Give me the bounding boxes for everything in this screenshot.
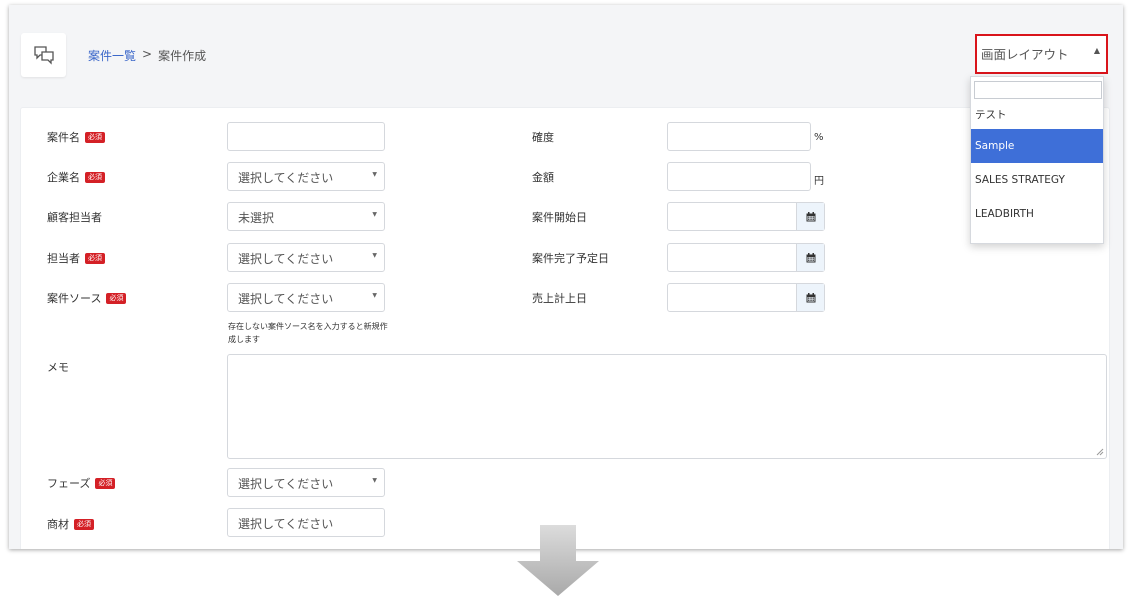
planned-end-date-input[interactable] [667,243,825,272]
probability-input[interactable] [667,122,811,151]
dropdown-option[interactable]: テスト [971,97,1103,131]
dropdown-option[interactable]: LEADBIRTH [971,197,1103,231]
required-badge: 必須 [85,131,105,143]
customer-contact-select[interactable]: 未選択 ▼ [227,202,385,231]
breadcrumb-separator: > [142,47,153,61]
caret-down-icon: ▼ [372,477,377,484]
screen-layout-select-value: 画面レイアウト [981,47,1069,62]
caret-down-icon: ▼ [372,252,377,259]
breadcrumb-deal-list-link[interactable]: 案件一覧 [88,47,136,64]
amount-input[interactable] [667,162,811,191]
probability-unit: % [814,132,824,143]
amount-label: 金額 [532,171,554,184]
caret-down-icon: ▼ [372,211,377,218]
resize-grip-icon[interactable] [1096,448,1104,456]
dropdown-option-selected[interactable]: Sample [971,129,1103,163]
required-badge: 必須 [95,477,116,489]
deal-source-select[interactable]: 選択してください ▼ [227,283,385,312]
deal-name-label: 案件名 必須 [47,129,105,145]
caret-down-icon: ▼ [372,171,377,178]
owner-select[interactable]: 選択してください ▼ [227,243,385,272]
app-window: 案件一覧 > 案件作成 画面レイアウト ▲ 案件名 必須 企業名 必須 選択してくだ… [9,5,1123,549]
screen-layout-select[interactable]: 画面レイアウト ▲ [975,34,1108,74]
deal-form-card: 案件名 必須 企業名 必須 選択してください ▼ 顧客担当者 未選択 ▼ 担当者 必須 選… [20,107,1110,549]
required-badge: 必須 [74,518,94,530]
screen-layout-dropdown: テスト Sample SALES STRATEGY LEADBIRTH SALE… [970,76,1104,244]
start-date-input[interactable] [667,202,825,231]
probability-label: 確度 [532,131,554,144]
calendar-icon[interactable] [796,244,824,271]
chat-icon[interactable] [21,33,66,77]
deal-name-input[interactable] [227,122,385,151]
breadcrumb: 案件一覧 > 案件作成 [88,47,206,64]
memo-label: メモ [47,361,69,374]
phase-label: フェーズ 必須 [47,475,116,491]
required-badge: 必須 [85,252,105,264]
owner-label: 担当者 必須 [47,250,105,266]
dropdown-option[interactable]: SALES GO JSM [971,231,1103,243]
customer-contact-label: 顧客担当者 [47,211,102,224]
chat-bubbles-icon [33,46,54,65]
calendar-icon[interactable] [796,203,824,230]
required-badge: 必須 [85,171,105,183]
planned-end-date-label: 案件完了予定日 [532,252,609,265]
caret-up-icon: ▲ [1093,46,1100,55]
dropdown-option[interactable]: SALES STRATEGY [971,163,1103,197]
deal-source-label: 案件ソース 必須 [47,290,127,306]
down-arrow-icon [517,525,599,596]
memo-textarea[interactable] [227,354,1107,459]
revenue-date-input[interactable] [667,283,825,312]
deal-source-help-text: 存在しない案件ソース名を入力すると新規作成します [228,322,388,344]
product-select[interactable]: 選択してください [227,508,385,537]
calendar-icon[interactable] [796,284,824,311]
product-label: 商材 必須 [47,516,94,532]
phase-select[interactable]: 選択してください ▼ [227,468,385,497]
start-date-label: 案件開始日 [532,211,587,224]
revenue-date-label: 売上計上日 [532,292,587,305]
company-label: 企業名 必須 [47,169,105,185]
amount-unit: 円 [814,176,824,187]
caret-down-icon: ▼ [372,292,377,299]
company-select[interactable]: 選択してください ▼ [227,162,385,191]
breadcrumb-current: 案件作成 [158,49,207,63]
required-badge: 必須 [106,292,127,304]
